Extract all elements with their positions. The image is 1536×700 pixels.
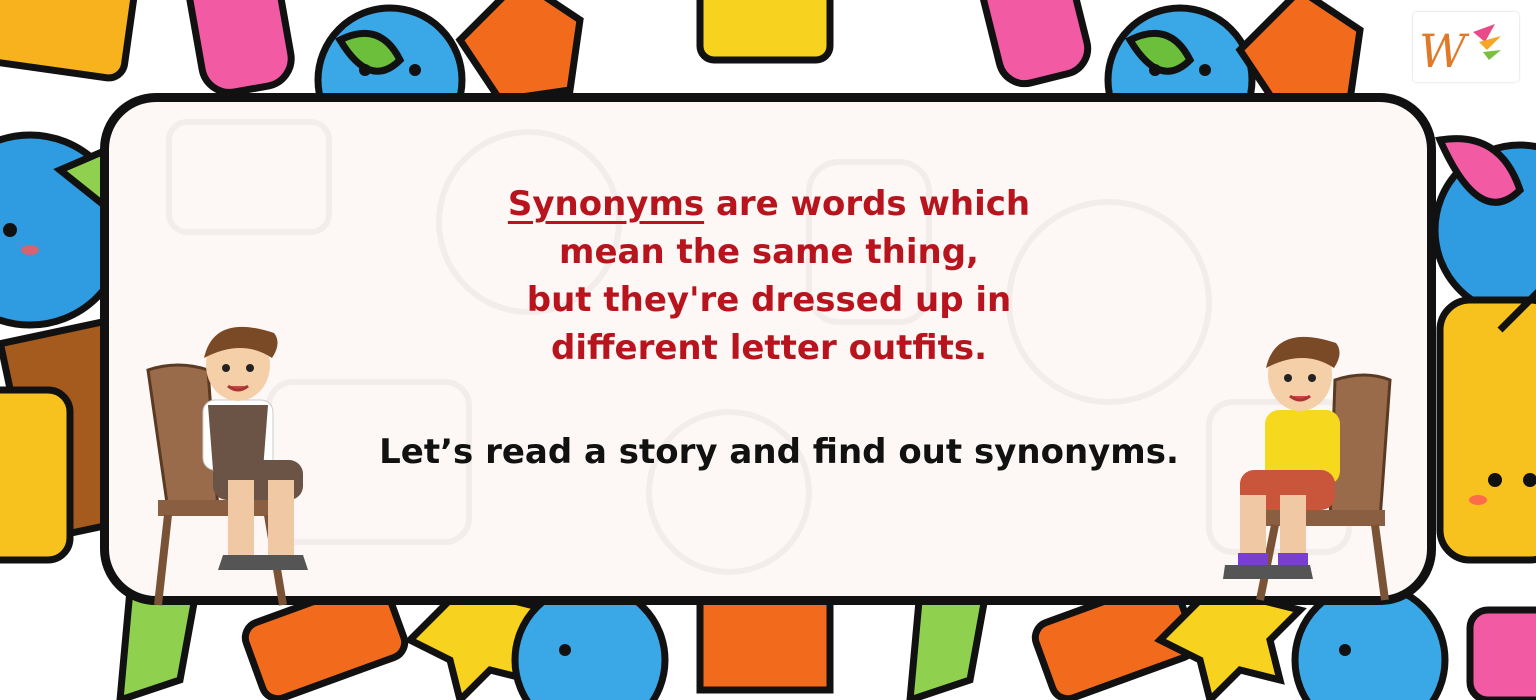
definition-line-1: are words which	[704, 184, 1031, 224]
boy-on-chair-right	[1223, 336, 1392, 601]
definition-line-4: different letter outfits.	[550, 328, 988, 368]
keyword-synonyms: Synonyms	[507, 184, 705, 224]
brand-logo-icon: W	[1419, 24, 1501, 78]
definition-line-2: mean the same thing,	[559, 232, 979, 272]
svg-text:W: W	[1419, 24, 1470, 78]
definition-line-3: but they're dressed up in	[526, 280, 1012, 320]
boy-on-chair-left	[146, 326, 308, 606]
synonym-definition: Synonyms are words which mean the same t…	[409, 180, 1129, 372]
story-prompt: Let’s read a story and find out synonyms…	[379, 432, 1179, 472]
brand-logo: W	[1413, 12, 1519, 82]
